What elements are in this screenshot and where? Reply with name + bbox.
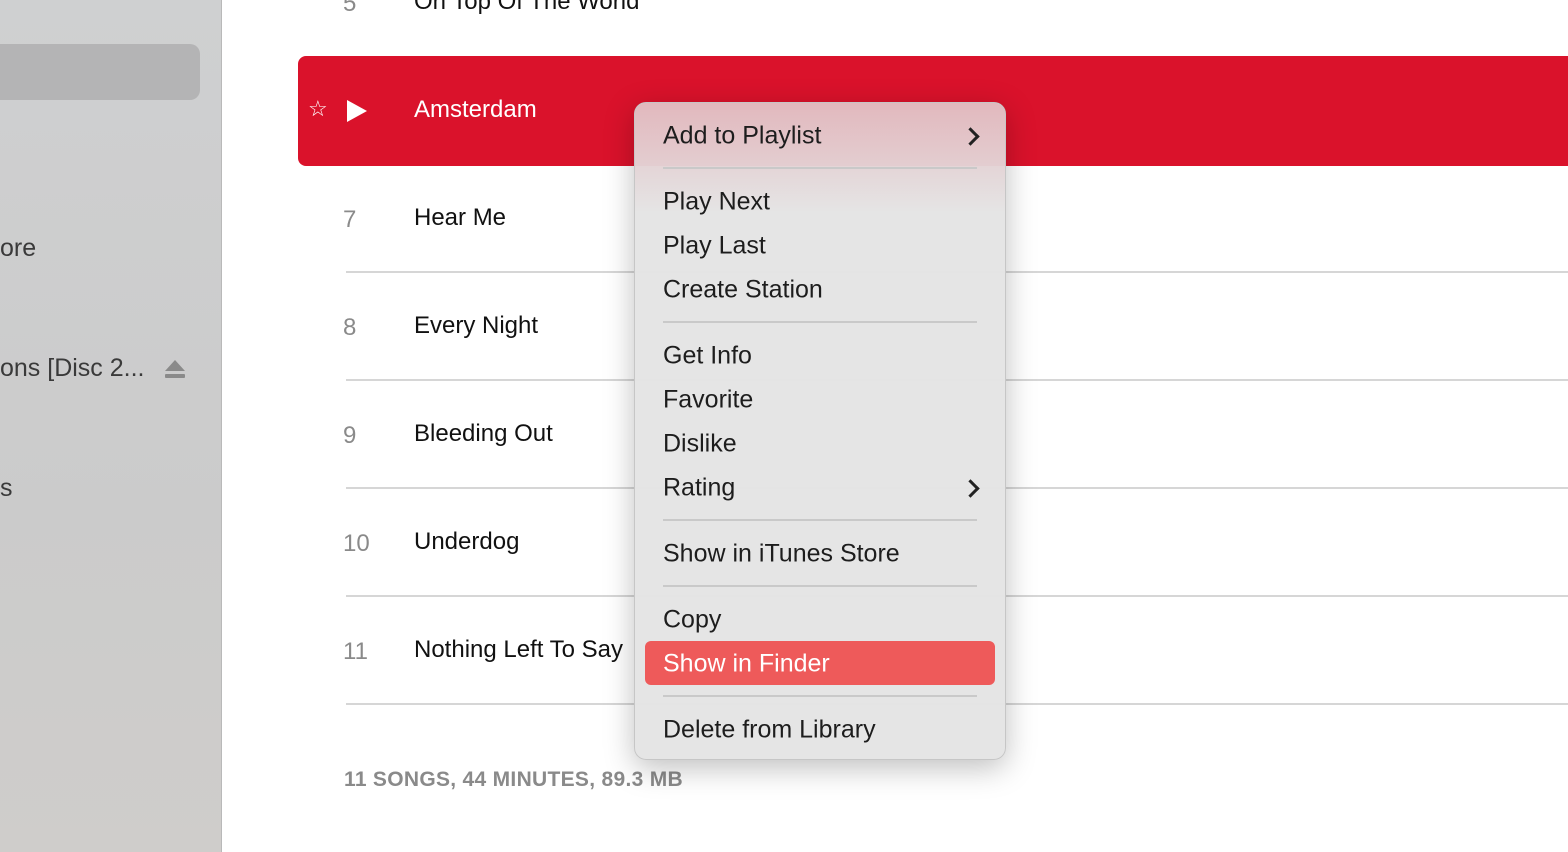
track-title: Amsterdam: [414, 96, 537, 123]
menu-separator: [663, 585, 977, 587]
eject-icon[interactable]: [164, 359, 186, 379]
sidebar-item-playlists[interactable]: s: [0, 474, 13, 503]
context-menu: Add to Playlist Play Next Play Last Crea…: [634, 102, 1006, 760]
track-number: 5: [343, 0, 357, 17]
sidebar-item-disc[interactable]: ons [Disc 2...: [0, 354, 145, 383]
menu-item-show-in-itunes-store[interactable]: Show in iTunes Store: [663, 540, 977, 569]
sidebar: ore ons [Disc 2... s: [0, 0, 222, 852]
menu-item-play-last[interactable]: Play Last: [663, 232, 977, 261]
menu-item-delete-from-library[interactable]: Delete from Library: [663, 716, 977, 745]
menu-item-rating[interactable]: Rating: [663, 473, 980, 503]
menu-item-create-station[interactable]: Create Station: [663, 276, 977, 305]
play-icon[interactable]: [347, 100, 367, 122]
menu-item-copy[interactable]: Copy: [663, 606, 977, 635]
chevron-right-icon: [961, 126, 980, 146]
track-number: 7: [343, 206, 357, 233]
track-number: 10: [343, 530, 370, 557]
track-title[interactable]: Hear Me: [414, 204, 506, 232]
menu-item-play-next[interactable]: Play Next: [663, 188, 977, 217]
chevron-right-icon: [961, 478, 980, 498]
menu-item-label: Rating: [663, 473, 736, 502]
track-title[interactable]: Every Night: [414, 312, 538, 340]
sidebar-item-store[interactable]: ore: [0, 234, 36, 263]
track-title[interactable]: On Top Of The World: [414, 0, 639, 16]
track-number: 11: [343, 638, 368, 665]
track-title[interactable]: Underdog: [414, 528, 519, 556]
menu-item-show-in-finder[interactable]: Show in Finder: [663, 650, 977, 679]
menu-separator: [663, 695, 977, 697]
menu-item-dislike[interactable]: Dislike: [663, 430, 977, 459]
sidebar-selected-item[interactable]: [0, 44, 200, 100]
menu-separator: [663, 321, 977, 323]
track-number: 8: [343, 314, 357, 341]
menu-item-label: Add to Playlist: [663, 121, 822, 150]
track-title[interactable]: Nothing Left To Say: [414, 636, 623, 664]
menu-separator: [663, 167, 977, 169]
library-summary: 11 SONGS, 44 MINUTES, 89.3 MB: [344, 768, 683, 791]
track-number: 9: [343, 422, 357, 449]
menu-item-favorite[interactable]: Favorite: [663, 386, 977, 415]
track-title[interactable]: Bleeding Out: [414, 420, 553, 448]
menu-separator: [663, 519, 977, 521]
star-icon[interactable]: ☆: [308, 96, 328, 122]
menu-item-add-to-playlist[interactable]: Add to Playlist: [663, 121, 980, 151]
menu-item-get-info[interactable]: Get Info: [663, 342, 977, 371]
